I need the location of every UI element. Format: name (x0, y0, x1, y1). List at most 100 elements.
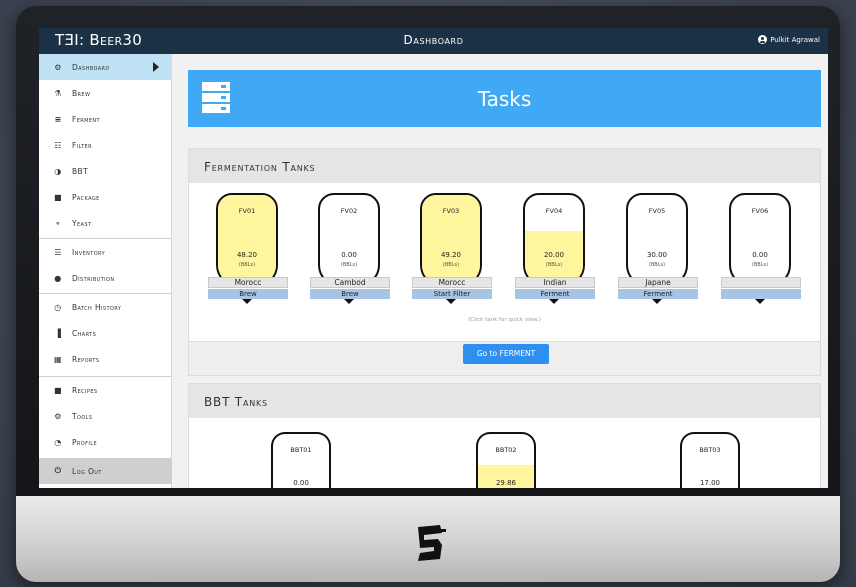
sidebar-item-label: BBT (72, 166, 89, 176)
sidebar-item-package[interactable]: ■ Package (39, 184, 172, 210)
tank-stage-label[interactable]: Ferment (618, 289, 698, 299)
tank-stage-label[interactable]: Brew (310, 289, 390, 299)
caret-right-icon (153, 62, 159, 72)
sidebar-item-label: Dashboard (72, 62, 110, 72)
go-to-ferment-button[interactable]: Go to FERMENT (463, 344, 549, 364)
tank-hint: (Click tank for quick view.) (468, 317, 541, 323)
bbt-tank[interactable]: BBT01 0.00 (271, 432, 331, 488)
sidebar-item-log-out[interactable]: ⏻ Log Out (39, 458, 172, 484)
chevron-down-icon[interactable] (755, 299, 765, 304)
yeast-icon: ⚬ (54, 218, 62, 228)
tank-name: BBT01 (290, 446, 312, 454)
database-icon: ≡ (54, 114, 62, 124)
tank-name: FV03 (442, 207, 460, 215)
tank-name: FV01 (238, 207, 256, 215)
tank-beer-name (721, 277, 801, 288)
tank-stage-label[interactable] (721, 289, 801, 299)
tank-volume: 48.20 (236, 251, 258, 259)
user-menu[interactable]: Pulkit Agrawal (758, 35, 820, 44)
sidebar-item-brew[interactable]: ⚗ Brew (39, 80, 172, 106)
list-icon: ☰ (54, 247, 62, 257)
sidebar-item-label: Brew (72, 88, 91, 98)
fermentation-tank[interactable]: FV05 30.00 (BBLs) (626, 193, 688, 287)
tachometer-icon: ⚙ (54, 62, 62, 72)
tank-volume-unit: (BBLs) (545, 262, 563, 268)
tank-name: BBT03 (699, 446, 721, 454)
tank-stage-label[interactable]: Brew (208, 289, 288, 299)
tank-beer-name: Morocc (412, 277, 492, 288)
power-off-icon: ⏻ (54, 466, 62, 475)
sidebar-item-distribution[interactable]: ● Distribution (39, 265, 172, 291)
tank-name: FV05 (648, 207, 666, 215)
user-name: Pulkit Agrawal (770, 35, 820, 44)
globe-icon: ● (54, 273, 62, 283)
tank-volume-unit: (BBLs) (751, 262, 769, 268)
bar-chart-icon: ▐ (54, 328, 62, 338)
fermentation-panel-header: Fermentation Tanks (189, 149, 820, 183)
sidebar-item-label: Tools (72, 411, 93, 421)
sidebar-item-tools[interactable]: ⚙ Tools (39, 403, 172, 429)
chevron-down-icon[interactable] (344, 299, 354, 304)
fermentation-panel-title: Fermentation Tanks (204, 160, 316, 174)
chevron-down-icon[interactable] (652, 299, 662, 304)
fermentation-tank[interactable]: FV02 0.00 (BBLs) (318, 193, 380, 287)
tank-volume: 20.00 (543, 251, 565, 259)
sidebar-item-label: Batch History (72, 302, 122, 312)
sidebar-item-batch-history[interactable]: ◷ Batch History (39, 294, 172, 320)
fermentation-tank[interactable]: FV03 49.20 (BBLs) (420, 193, 482, 287)
tasks-banner[interactable]: Tasks (188, 70, 821, 127)
app-screen: TƎI: Beer30 Dashboard Pulkit Agrawal ⚙ D… (39, 28, 828, 488)
bbt-tank[interactable]: BBT02 29.86 (476, 432, 536, 488)
bbt-tank[interactable]: BBT03 17.00 (680, 432, 740, 488)
sidebar-item-recipes[interactable]: ■ Recipes (39, 377, 172, 403)
sidebar-item-yeast[interactable]: ⚬ Yeast (39, 210, 172, 236)
clock-icon: ◷ (54, 302, 62, 312)
tank-name: FV04 (545, 207, 563, 215)
tank-name: FV02 (340, 207, 358, 215)
tasks-title: Tasks (477, 87, 532, 111)
archive-icon: ■ (54, 192, 62, 202)
bookmark-icon: ■ (54, 385, 62, 395)
chevron-down-icon[interactable] (446, 299, 456, 304)
calculator-icon: ▦ (54, 354, 62, 364)
sidebar-item-reports[interactable]: ▦ Reports (39, 346, 172, 372)
tank-stage-label[interactable]: Start Filter (412, 289, 492, 299)
chevron-down-icon[interactable] (549, 299, 559, 304)
sidebar-item-filter[interactable]: ☷ Filter (39, 132, 172, 158)
fermentation-tank[interactable]: FV04 20.00 (BBLs) (523, 193, 585, 287)
tank-stage-label[interactable]: Ferment (515, 289, 595, 299)
sidebar-item-profile[interactable]: ◔ Profile (39, 429, 172, 455)
sidebar-item-inventory[interactable]: ☰ Inventory (39, 239, 172, 265)
sidebar-item-ferment[interactable]: ≡ Ferment (39, 106, 172, 132)
tank-beer-name: Indian (515, 277, 595, 288)
sidebar-item-dashboard[interactable]: ⚙ Dashboard (39, 54, 172, 80)
bbt-panel-title: BBT Tanks (204, 395, 268, 409)
tank-volume: 0.00 (293, 479, 309, 487)
sidebar-item-label: Filter (72, 140, 92, 150)
sidebar-item-label: Log Out (72, 466, 102, 476)
tank-beer-name: Morocc (208, 277, 288, 288)
th-icon: ☷ (54, 140, 62, 150)
tank-volume: 0.00 (752, 251, 768, 259)
chevron-down-icon[interactable] (242, 299, 252, 304)
tank-volume-unit: (BBLs) (648, 262, 666, 268)
user-icon: ◔ (54, 437, 62, 447)
beer30-logo-icon (418, 525, 446, 561)
fermentation-tank[interactable]: FV01 48.20 (BBLs) (216, 193, 278, 287)
sidebar-item-bbt[interactable]: ◑ BBT (39, 158, 172, 184)
tank-volume: 0.00 (341, 251, 357, 259)
sidebar-item-label: Reports (72, 354, 100, 364)
tank-name: FV06 (751, 207, 769, 215)
fermentation-tank[interactable]: FV06 0.00 (BBLs) (729, 193, 791, 287)
tank-beer-name: Cambod (310, 277, 390, 288)
sidebar-item-label: Inventory (72, 247, 106, 257)
user-circle-icon (758, 35, 768, 44)
tank-volume: 29.86 (495, 479, 517, 487)
sidebar-item-charts[interactable]: ▐ Charts (39, 320, 172, 346)
tank-name: BBT02 (495, 446, 517, 454)
tank-beer-name: Japane (618, 277, 698, 288)
sidebar-item-label: Distribution (72, 273, 115, 283)
sidebar-item-label: Charts (72, 328, 97, 338)
sidebar-item-label: Yeast (72, 218, 92, 228)
tank-volume: 49.20 (440, 251, 462, 259)
